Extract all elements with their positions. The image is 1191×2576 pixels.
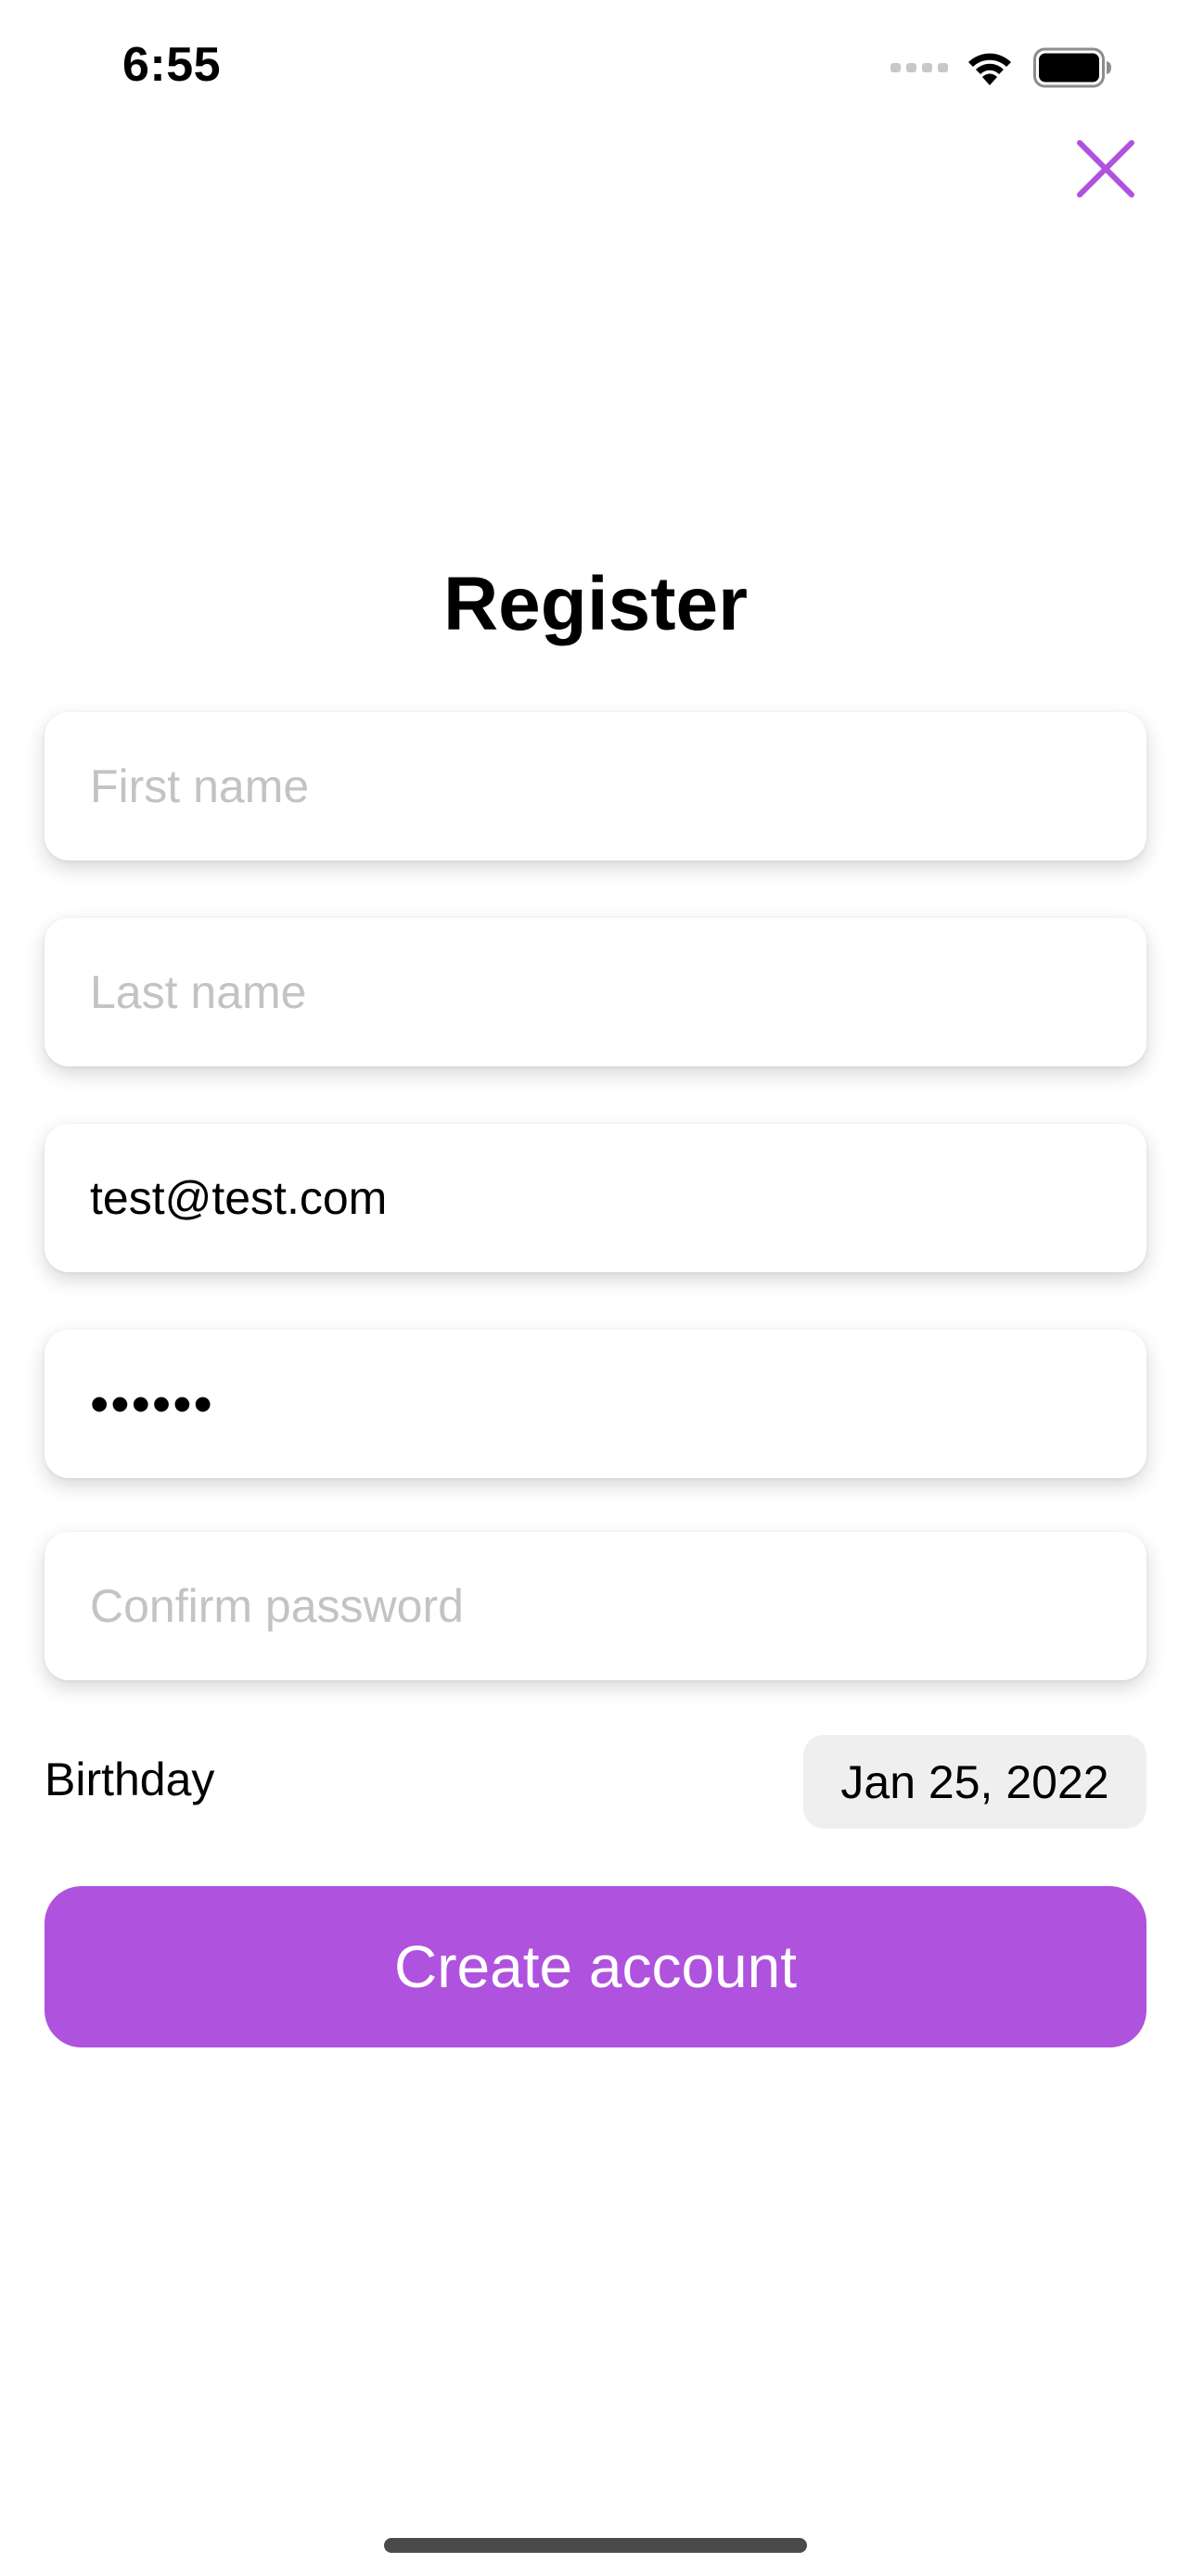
status-bar: 6:55 bbox=[0, 0, 1191, 130]
birthday-date-value: Jan 25, 2022 bbox=[840, 1755, 1109, 1808]
confirm-password-field[interactable]: Confirm password bbox=[45, 1532, 1146, 1680]
home-indicator[interactable] bbox=[384, 2538, 807, 2553]
email-value: test@test.com bbox=[90, 1172, 388, 1224]
last-name-field[interactable]: Last name bbox=[45, 918, 1146, 1066]
email-field[interactable]: test@test.com bbox=[45, 1124, 1146, 1272]
first-name-placeholder: First name bbox=[90, 760, 310, 812]
confirm-password-placeholder: Confirm password bbox=[90, 1580, 464, 1632]
close-icon bbox=[1077, 140, 1134, 198]
birthday-label: Birthday bbox=[45, 1753, 215, 1805]
page-title: Register bbox=[442, 562, 749, 646]
status-icons bbox=[890, 45, 1113, 91]
close-button[interactable] bbox=[1067, 130, 1145, 208]
signal-icon bbox=[890, 63, 948, 72]
battery-icon bbox=[1033, 47, 1111, 88]
wifi-icon bbox=[968, 53, 1011, 85]
last-name-placeholder: Last name bbox=[90, 966, 307, 1018]
first-name-field[interactable]: First name bbox=[45, 712, 1146, 861]
create-account-button[interactable]: Create account bbox=[45, 1886, 1146, 2047]
status-time: 6:55 bbox=[122, 38, 222, 92]
password-value: •••••• bbox=[90, 1373, 214, 1435]
password-field[interactable]: •••••• bbox=[45, 1330, 1146, 1478]
birthday-date-picker[interactable]: Jan 25, 2022 bbox=[803, 1735, 1146, 1829]
create-account-label: Create account bbox=[393, 1933, 798, 2000]
